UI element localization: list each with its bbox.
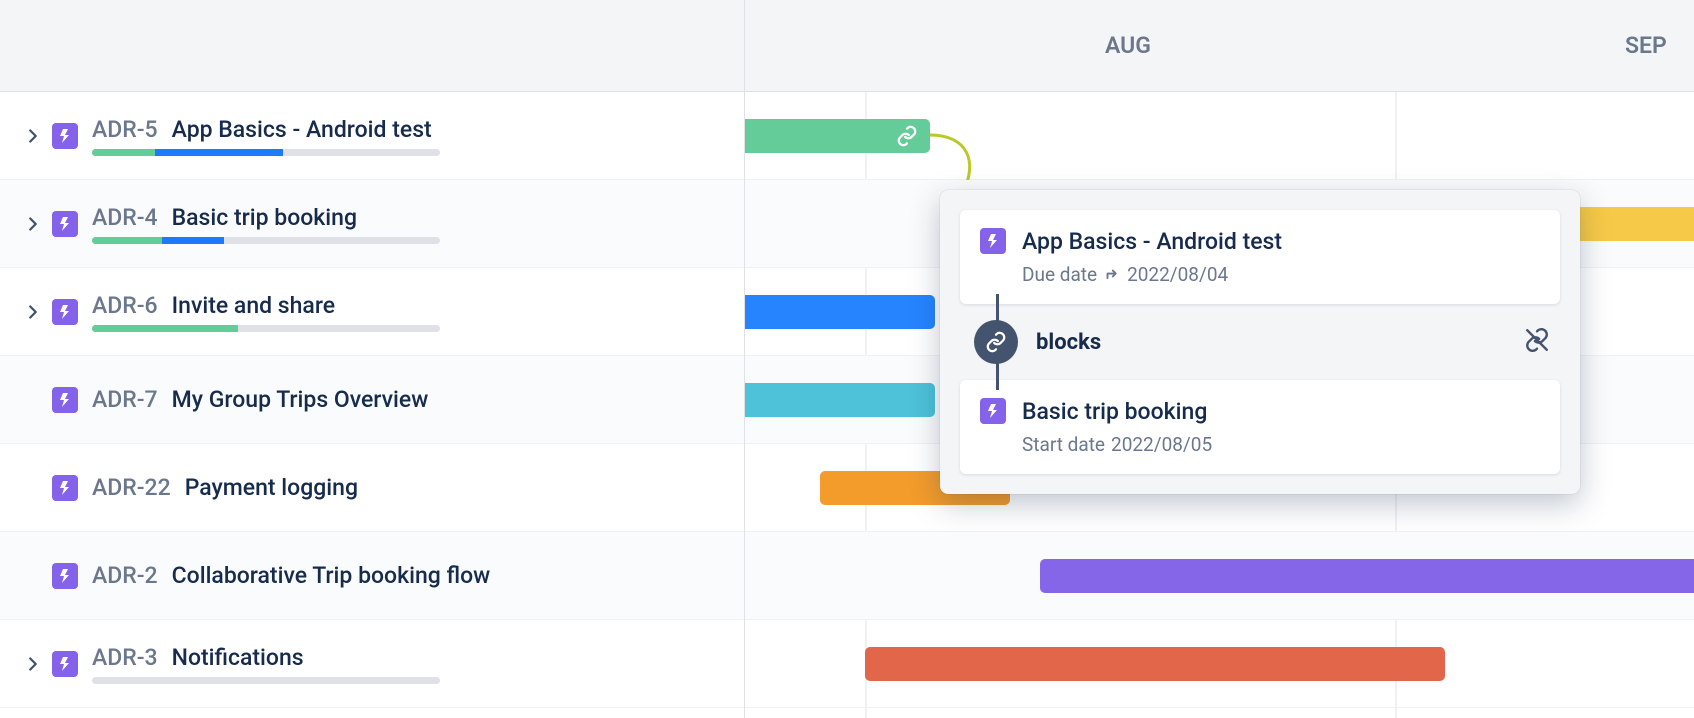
dependency-source-card[interactable]: App Basics - Android test Due date 2022/… <box>960 210 1560 304</box>
dependency-target-card[interactable]: Basic trip booking Start date 2022/08/05 <box>960 380 1560 474</box>
issue-text: ADR-6 Invite and share <box>92 292 440 332</box>
progress-bar <box>92 149 440 156</box>
epic-icon <box>52 475 78 501</box>
issue-key[interactable]: ADR-3 <box>92 644 158 671</box>
dependency-source-title: App Basics - Android test <box>1022 228 1282 255</box>
epic-icon <box>52 651 78 677</box>
progress-bar <box>92 237 440 244</box>
epic-icon <box>980 228 1006 254</box>
progress-bar <box>92 325 440 332</box>
issue-text: ADR-3 Notifications <box>92 644 440 684</box>
issue-row[interactable]: ADR-22 Payment logging <box>0 444 744 532</box>
epic-icon <box>980 398 1006 424</box>
roadmap-view: ADR-5 App Basics - Android test ADR-4 <box>0 0 1694 718</box>
issue-key[interactable]: ADR-4 <box>92 204 158 231</box>
issue-row[interactable]: ADR-5 App Basics - Android test <box>0 92 744 180</box>
timeline-row <box>745 532 1694 620</box>
chevron-right-icon[interactable] <box>22 301 44 323</box>
issue-key[interactable]: ADR-6 <box>92 292 158 319</box>
gantt-bar[interactable] <box>745 383 935 417</box>
gantt-bar[interactable] <box>745 119 930 153</box>
issue-summary[interactable]: Payment logging <box>185 474 358 501</box>
issue-row[interactable]: ADR-4 Basic trip booking <box>0 180 744 268</box>
issue-summary[interactable]: Collaborative Trip booking flow <box>172 562 491 589</box>
epic-icon <box>52 123 78 149</box>
issue-list-panel: ADR-5 App Basics - Android test ADR-4 <box>0 0 745 718</box>
gantt-bar[interactable] <box>1040 559 1694 593</box>
timeline-header: AUG SEP <box>745 0 1694 92</box>
month-label: SEP <box>1625 32 1667 59</box>
chevron-right-icon[interactable] <box>22 125 44 147</box>
issue-text: ADR-2 Collaborative Trip booking flow <box>92 562 490 589</box>
link-icon[interactable] <box>890 119 924 153</box>
month-label: AUG <box>1105 32 1151 59</box>
issue-summary[interactable]: Invite and share <box>172 292 335 319</box>
arrow-turn-icon <box>1103 266 1121 284</box>
unlink-button[interactable] <box>1524 327 1550 357</box>
epic-icon <box>52 563 78 589</box>
issue-row[interactable]: ADR-3 Notifications <box>0 620 744 708</box>
issue-text: ADR-22 Payment logging <box>92 474 358 501</box>
chevron-right-icon[interactable] <box>22 213 44 235</box>
issue-summary[interactable]: My Group Trips Overview <box>172 386 429 413</box>
epic-icon <box>52 211 78 237</box>
issue-text: ADR-5 App Basics - Android test <box>92 116 440 156</box>
issue-row[interactable]: ADR-2 Collaborative Trip booking flow <box>0 532 744 620</box>
dependency-relation-row: blocks <box>960 304 1560 380</box>
issue-summary[interactable]: Notifications <box>172 644 304 671</box>
link-icon <box>974 320 1018 364</box>
dependency-source-sub: Due date 2022/08/04 <box>1022 263 1282 286</box>
issue-row[interactable]: ADR-7 My Group Trips Overview <box>0 356 744 444</box>
dependency-target-title: Basic trip booking <box>1022 398 1212 425</box>
dependency-popover: App Basics - Android test Due date 2022/… <box>940 190 1580 494</box>
timeline-panel[interactable]: AUG SEP <box>745 0 1694 718</box>
issue-text: ADR-4 Basic trip booking <box>92 204 440 244</box>
issue-summary[interactable]: Basic trip booking <box>172 204 357 231</box>
epic-icon <box>52 387 78 413</box>
issue-key[interactable]: ADR-7 <box>92 386 158 413</box>
timeline-row <box>745 92 1694 180</box>
dependency-target-sub: Start date 2022/08/05 <box>1022 433 1212 456</box>
gantt-bar[interactable] <box>865 647 1445 681</box>
issue-key[interactable]: ADR-5 <box>92 116 158 143</box>
progress-bar <box>92 677 440 684</box>
issue-key[interactable]: ADR-2 <box>92 562 158 589</box>
issue-text: ADR-7 My Group Trips Overview <box>92 386 428 413</box>
dependency-relation-label: blocks <box>1036 330 1506 355</box>
issue-list-header <box>0 0 744 92</box>
issue-key[interactable]: ADR-22 <box>92 474 171 501</box>
chevron-right-icon[interactable] <box>22 653 44 675</box>
timeline-row <box>745 620 1694 708</box>
issue-row[interactable]: ADR-6 Invite and share <box>0 268 744 356</box>
issue-summary[interactable]: App Basics - Android test <box>172 116 432 143</box>
epic-icon <box>52 299 78 325</box>
gantt-bar[interactable] <box>745 295 935 329</box>
